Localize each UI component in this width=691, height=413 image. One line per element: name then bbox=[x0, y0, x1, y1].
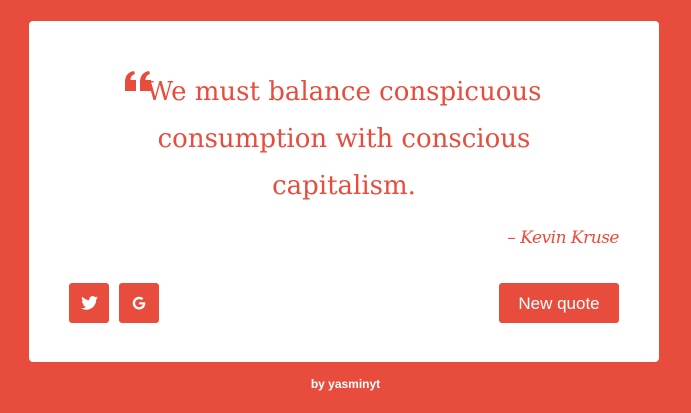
twitter-icon bbox=[80, 296, 98, 310]
tweet-quote-button[interactable] bbox=[69, 283, 109, 323]
google-icon bbox=[132, 296, 146, 310]
quote-box: We must balance conspicuous consumption … bbox=[29, 21, 659, 362]
google-share-button[interactable] bbox=[119, 283, 159, 323]
quote-text-block: We must balance conspicuous consumption … bbox=[124, 69, 564, 210]
quote-author: – Kevin Kruse bbox=[507, 228, 619, 248]
new-quote-button[interactable]: New quote bbox=[499, 283, 619, 323]
quote-text: We must balance conspicuous consumption … bbox=[146, 77, 542, 201]
footer-credit: by yasminyt bbox=[310, 377, 381, 391]
